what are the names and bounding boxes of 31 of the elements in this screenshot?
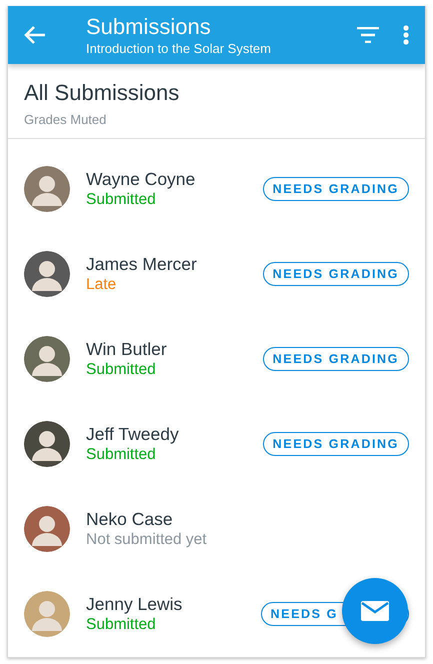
needs-grading-badge: NEEDS GRADING [262,262,409,286]
message-button[interactable] [342,578,408,644]
student-name: Jeff Tweedy [86,423,180,445]
grades-muted-label: Grades Muted [24,111,108,129]
course-subtitle: Introduction to the Solar System [86,40,272,56]
submission-status: Submitted [86,615,157,635]
needs-grading-badge: NEEDS GRADING [262,347,409,371]
needs-grading-badge: NEEDS GRADING [262,432,409,456]
avatar-icon [24,506,70,552]
student-name: James Mercer [86,253,198,275]
student-name: Wayne Coyne [86,168,196,190]
submission-status: Submitted [86,445,157,465]
avatar-icon [24,166,70,212]
avatar-icon [24,336,70,382]
filter-icon[interactable] [357,27,379,43]
student-name: Win Butler [86,338,168,360]
needs-grading-badge: NEEDS GRADING [262,177,409,201]
submission-status: Submitted [86,360,157,380]
screen-title: Submissions [86,14,212,40]
section-title: All Submissions [24,80,180,106]
mail-icon [361,601,389,621]
more-menu-icon[interactable] [403,25,409,45]
student-name: Jenny Lewis [86,593,184,615]
back-icon[interactable] [24,25,46,45]
submission-status: Late [86,275,118,295]
submission-status: Submitted [86,190,157,210]
avatar-icon [24,251,70,297]
student-name: Neko Case [86,508,174,530]
avatar-icon [24,421,70,467]
submission-status: Not submitted yet [86,530,208,550]
avatar-icon [24,591,70,637]
